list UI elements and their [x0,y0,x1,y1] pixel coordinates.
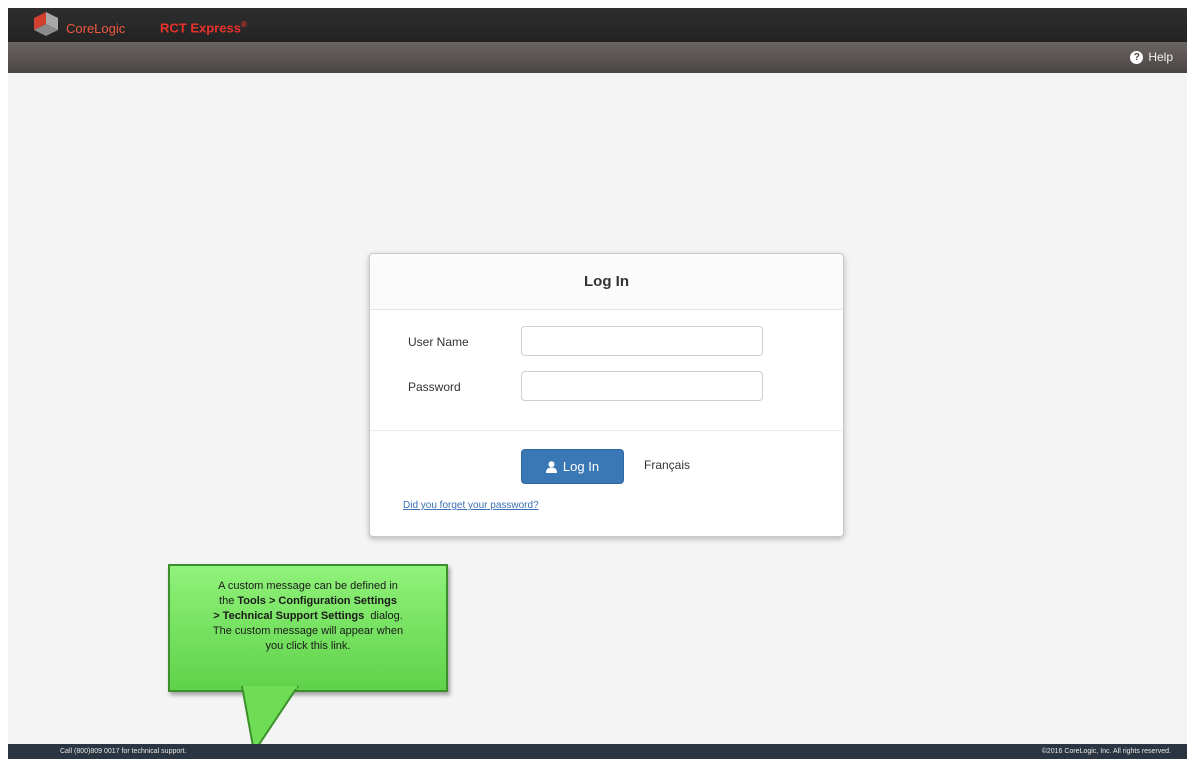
user-icon [545,460,557,473]
login-title: Log In [370,254,843,310]
login-button[interactable]: Log In [521,449,624,484]
callout-line3-post: dialog. [364,610,403,622]
username-row: User Name [370,326,843,360]
help-label: Help [1148,50,1173,64]
copyright-text: ©2016 CoreLogic, Inc. All rights reserve… [1041,748,1171,755]
navigation-bar: ? Help [8,42,1187,73]
browser-page: CoreLogic RCT Express® ? Help Log In Use… [8,8,1187,759]
footer-bar: Call (800)809 0017 for technical support… [8,744,1187,759]
password-input[interactable] [521,371,763,401]
callout-line4: The custom message will appear when [212,625,404,637]
help-link[interactable]: ? Help [1130,50,1173,64]
product-name-text: RCT Express [160,20,241,36]
username-input[interactable] [521,326,763,356]
callout-line3-bold: > Technical Support Settings [213,610,365,622]
login-button-label: Log In [562,459,600,474]
username-label: User Name [408,335,469,349]
top-header-bar: CoreLogic RCT Express® [8,8,1187,42]
callout-message: A custom message can be defined in the T… [178,579,438,654]
technical-support-link[interactable]: Call (800)809 0017 for technical support… [60,744,186,759]
callout-line1: A custom message can be defined in [218,580,398,592]
forgot-password-link[interactable]: Did you forget your password? [403,500,539,511]
registered-mark: ® [240,20,247,29]
brand-name: CoreLogic [66,21,126,36]
login-panel: Log In User Name Password Log In Françai… [369,253,844,537]
password-label: Password [408,380,461,394]
callout-line2-bold: Tools > Configuration Settings [237,595,397,607]
help-icon: ? [1130,50,1144,64]
corelogic-logo-icon [34,12,58,36]
form-divider [370,430,843,431]
password-row: Password [370,371,843,405]
language-link[interactable]: Français [644,458,690,472]
callout-line5: you click this link. [265,640,351,652]
annotation-callout: A custom message can be defined in the T… [168,564,448,692]
callout-line2-pre: the [219,595,238,607]
product-name: RCT Express® [160,20,247,35]
